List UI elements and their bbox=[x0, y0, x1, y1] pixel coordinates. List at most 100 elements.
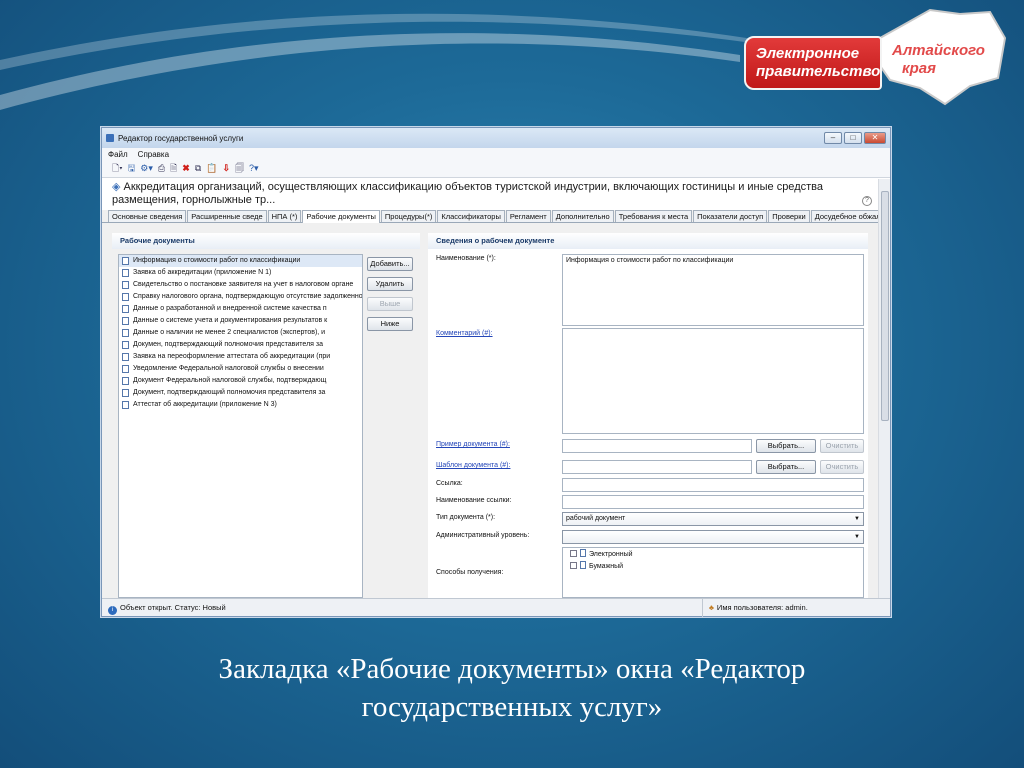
tab-content: Рабочие документы Сведения о рабочем док… bbox=[108, 233, 870, 598]
document-icon bbox=[122, 365, 129, 373]
list-item[interactable]: Заявка об аккредитации (приложение N 1) bbox=[119, 267, 362, 279]
document-icon bbox=[122, 389, 129, 397]
documents-list[interactable]: Информация о стоимости работ по классифи… bbox=[118, 254, 363, 598]
template-field[interactable] bbox=[562, 460, 752, 474]
list-item[interactable]: Данные о системе учета и документировани… bbox=[119, 315, 362, 327]
export-icon[interactable]: 🗐 bbox=[235, 161, 244, 177]
user-name: Имя пользователя: admin. bbox=[716, 603, 808, 612]
caption-line1: Закладка «Рабочие документы» окна «Редак… bbox=[218, 653, 806, 685]
paste-icon[interactable]: 📋 bbox=[206, 163, 217, 174]
scroll-thumb[interactable] bbox=[881, 191, 889, 421]
list-item[interactable]: Докумен, подтверждающий полномочия предс… bbox=[119, 339, 362, 351]
service-header-icon: ◈ bbox=[112, 181, 124, 193]
link-name-field[interactable] bbox=[562, 495, 864, 509]
chevron-down-icon: ▼ bbox=[854, 516, 860, 522]
checkbox[interactable] bbox=[570, 562, 577, 569]
new-icon[interactable]: 🗋▾ bbox=[112, 161, 123, 177]
print-icon[interactable]: ⎙ bbox=[158, 163, 165, 174]
window-title: Редактор государственной услуги bbox=[118, 133, 244, 143]
logo-line2: правительство bbox=[756, 63, 881, 80]
move-down-button[interactable]: Ниже bbox=[367, 317, 413, 331]
list-item[interactable]: Документ, подтверждающий полномочия пред… bbox=[119, 387, 362, 399]
document-icon bbox=[122, 353, 129, 361]
tab-item[interactable]: Дополнительно bbox=[551, 210, 614, 222]
maximize-button[interactable]: □ bbox=[844, 132, 862, 144]
name-label: Наименование (*): bbox=[436, 255, 496, 262]
template-clear-button[interactable]: Очистить bbox=[820, 460, 864, 474]
info-icon: i bbox=[108, 606, 117, 615]
tab-bar: Основные сведения Расширенные сведе НПА (*… bbox=[102, 210, 890, 223]
service-editor-window: Редактор государственной услуги – □ ✕ Фа… bbox=[101, 127, 891, 617]
delete-icon[interactable]: ✖ bbox=[182, 163, 190, 174]
doc-type-select[interactable]: рабочий документ ▼ bbox=[562, 512, 864, 526]
close-button[interactable]: ✕ bbox=[864, 132, 886, 144]
settings-icon[interactable]: ⚙▾ bbox=[140, 163, 153, 174]
tab-item[interactable]: Показатели доступ bbox=[693, 210, 768, 222]
preview-icon[interactable]: 🗎 bbox=[170, 161, 177, 177]
comment-label[interactable]: Комментарий (#): bbox=[436, 330, 493, 337]
way-label: Электронный bbox=[589, 551, 633, 558]
document-icon bbox=[580, 549, 586, 557]
save-icon[interactable]: 🖫 bbox=[128, 161, 136, 177]
move-up-button[interactable]: Выше bbox=[367, 297, 413, 311]
minimize-button[interactable]: – bbox=[824, 132, 842, 144]
help-icon[interactable]: ?▾ bbox=[249, 163, 259, 174]
link-field[interactable] bbox=[562, 478, 864, 492]
document-title: Уведомление Федеральной налоговой службы… bbox=[133, 365, 324, 372]
tab-item[interactable]: Классификаторы bbox=[437, 210, 505, 222]
document-title: Заявка на переоформление аттестата об ак… bbox=[133, 353, 331, 360]
vertical-scrollbar[interactable] bbox=[878, 179, 890, 598]
tab-item[interactable]: Расширенные сведе bbox=[187, 210, 267, 222]
menu-help[interactable]: Справка bbox=[138, 150, 169, 159]
document-icon bbox=[122, 269, 129, 277]
add-document-button[interactable]: Добавить... bbox=[367, 257, 413, 271]
list-item[interactable]: Информация о стоимости работ по классифи… bbox=[119, 255, 362, 267]
template-label[interactable]: Шаблон документа (#): bbox=[436, 462, 510, 469]
tab-item[interactable]: Требования к места bbox=[614, 210, 693, 222]
example-label[interactable]: Пример документа (#): bbox=[436, 441, 510, 448]
tab-item[interactable]: Основные сведения bbox=[108, 210, 187, 222]
toolbar: 🗋▾ 🖫 ⚙▾ ⎙ 🗎 ✖ ⧉ 📋 ⇩ 🗐 ?▾ bbox=[102, 160, 890, 178]
import-icon[interactable]: ⇩ bbox=[223, 163, 231, 174]
way-item[interactable]: Бумажный bbox=[566, 561, 860, 573]
document-title: Данные о наличии не менее 2 специалистов… bbox=[133, 329, 326, 336]
list-item[interactable]: Свидетельство о постановке заявителя на … bbox=[119, 279, 362, 291]
delete-document-button[interactable]: Удалить bbox=[367, 277, 413, 291]
checkbox[interactable] bbox=[570, 550, 577, 557]
user-status: ♣ Имя пользователя: admin. bbox=[702, 599, 808, 617]
tab-item[interactable]: Регламент bbox=[505, 210, 551, 222]
list-item[interactable]: Аттестат об аккредитации (приложение N 3… bbox=[119, 399, 362, 411]
list-item[interactable]: Справку налогового органа, подтверждающу… bbox=[119, 291, 362, 303]
tab-item[interactable]: НПА (*) bbox=[267, 210, 302, 222]
user-icon: ♣ bbox=[709, 603, 714, 612]
chevron-down-icon: ▼ bbox=[854, 534, 860, 540]
example-field[interactable] bbox=[562, 439, 752, 453]
list-item[interactable]: Заявка на переоформление аттестата об ак… bbox=[119, 351, 362, 363]
status-bar: i Объект открыт. Статус: Новый ♣ Имя польз… bbox=[102, 598, 890, 617]
example-choose-button[interactable]: Выбрать... bbox=[756, 439, 816, 453]
admin-level-select[interactable]: ▼ bbox=[562, 530, 864, 544]
menu-file[interactable]: Файл bbox=[108, 150, 128, 159]
tab-item[interactable]: Рабочие документы bbox=[302, 210, 380, 223]
comment-field[interactable] bbox=[562, 328, 864, 434]
list-item[interactable]: Данные о разработанной и внедренной сист… bbox=[119, 303, 362, 315]
document-icon bbox=[122, 257, 129, 265]
name-field[interactable]: Информация о стоимости работ по классифи… bbox=[562, 254, 864, 326]
header-help-icon[interactable]: ? bbox=[862, 196, 872, 206]
document-icon bbox=[122, 401, 129, 409]
tab-item[interactable]: Процедуры(*) bbox=[380, 210, 437, 222]
document-icon bbox=[580, 561, 586, 569]
document-title: Докумен, подтверждающий полномочия предс… bbox=[133, 341, 324, 348]
way-label: Бумажный bbox=[589, 563, 624, 570]
list-item[interactable]: Документ Федеральной налоговой службы, п… bbox=[119, 375, 362, 387]
copy-icon[interactable]: ⧉ bbox=[195, 163, 201, 174]
tab-item[interactable]: Проверки bbox=[768, 210, 810, 222]
logo-region: Алтайского края bbox=[892, 42, 985, 78]
service-title: Аккредитация организаций, осуществляющих… bbox=[112, 181, 823, 206]
way-item[interactable]: Электронный bbox=[566, 549, 860, 561]
list-item[interactable]: Уведомление Федеральной налоговой службы… bbox=[119, 363, 362, 375]
example-clear-button[interactable]: Очистить bbox=[820, 439, 864, 453]
template-choose-button[interactable]: Выбрать... bbox=[756, 460, 816, 474]
list-item[interactable]: Данные о наличии не менее 2 специалистов… bbox=[119, 327, 362, 339]
link-label: Ссылка: bbox=[436, 480, 463, 487]
